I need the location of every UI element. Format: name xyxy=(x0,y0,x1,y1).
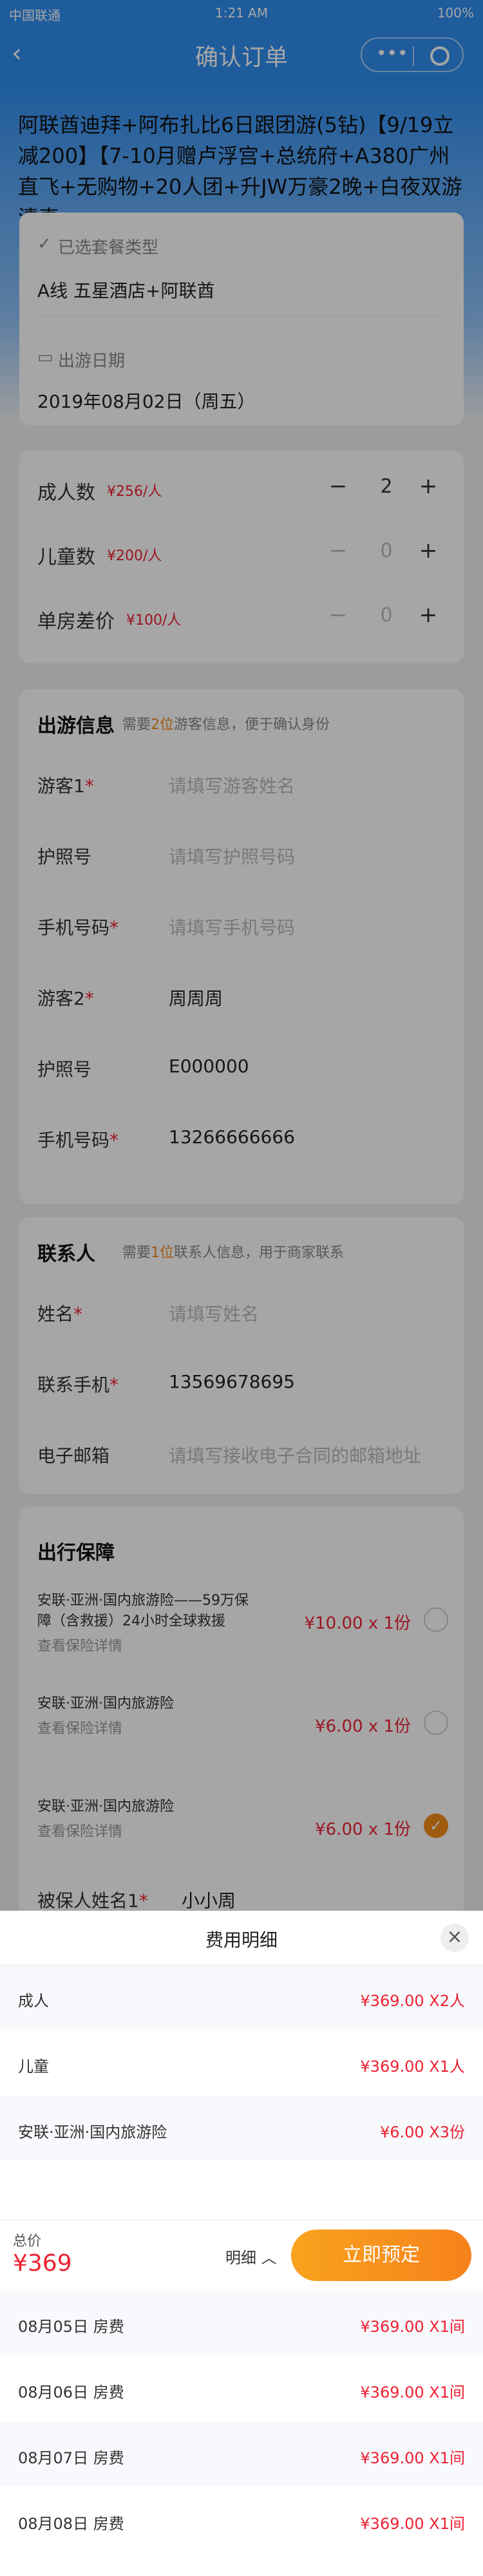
fee-item: 08月08日 房费 xyxy=(18,2515,124,2533)
fee-amount: ¥369.00 X1间 xyxy=(360,2383,465,2401)
sheet-header: 费用明细 × xyxy=(0,1911,483,1965)
fee-item: 安联·亚洲·国内旅游险 xyxy=(18,2123,167,2141)
fee-row: 成人 ¥369.00 X2人 xyxy=(0,1965,483,2029)
fee-item: 成人 xyxy=(18,1992,49,2010)
fee-amount: ¥369.00 X1间 xyxy=(360,2515,465,2533)
fee-item: 08月05日 房费 xyxy=(18,2318,124,2336)
fee-row: 安联·亚洲·国内旅游险 ¥6.00 X3份 xyxy=(0,2096,483,2161)
fee-row: 08月07日 房费 ¥369.00 X1间 xyxy=(0,2422,483,2486)
total-price: ¥369 xyxy=(13,2250,72,2277)
total-label: 总价 xyxy=(13,2233,42,2249)
fee-amount: ¥369.00 X1人 xyxy=(360,2058,465,2076)
fee-row: 08月08日 房费 ¥369.00 X1间 xyxy=(0,2488,483,2552)
detail-toggle[interactable]: 明细 ︿ xyxy=(225,2245,277,2268)
fee-amount: ¥369.00 X1间 xyxy=(360,2318,465,2336)
close-icon[interactable]: × xyxy=(440,1924,469,1952)
fee-amount: ¥369.00 X2人 xyxy=(360,1992,465,2010)
sheet-title: 费用明细 xyxy=(205,1929,278,1951)
fee-row: 08月05日 房费 ¥369.00 X1间 xyxy=(0,2291,483,2355)
chevron-up-icon: ︿ xyxy=(261,2249,277,2267)
fee-amount: ¥369.00 X1间 xyxy=(360,2449,465,2467)
fee-row: 儿童 ¥369.00 X1人 xyxy=(0,2031,483,2095)
book-now-button[interactable]: 立即预定 xyxy=(291,2230,471,2281)
fee-item: 08月07日 房费 xyxy=(18,2449,124,2467)
fee-amount: ¥6.00 X3份 xyxy=(379,2123,465,2141)
fee-item: 儿童 xyxy=(18,2058,49,2076)
fee-item: 08月06日 房费 xyxy=(18,2383,124,2401)
footer-bar: 总价 ¥369 明细 ︿ 立即预定 xyxy=(0,2220,483,2291)
fee-row: 08月06日 房费 ¥369.00 X1间 xyxy=(0,2356,483,2421)
